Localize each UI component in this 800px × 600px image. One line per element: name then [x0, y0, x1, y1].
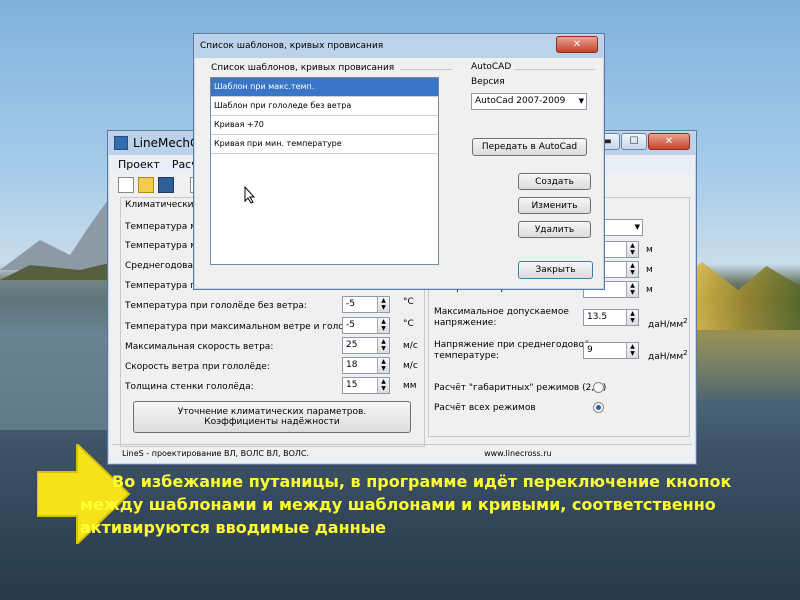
ice-wind-unit: м/с — [403, 361, 418, 371]
max-stress-value: 13.5 — [587, 312, 608, 322]
spinner-arrows-icon[interactable]: ▲ ▼ — [626, 310, 638, 325]
row-label-temp-max: Температура ма — [125, 222, 203, 232]
ice-thickness-field[interactable]: 15 ▲ ▼ — [342, 377, 390, 394]
caption-text: Во избежание путаницы, в программе идёт … — [80, 472, 732, 537]
autocad-group-label: AutoCAD — [471, 62, 512, 72]
send-to-autocad-button[interactable]: Передать в AutoCad — [472, 138, 587, 156]
toolbar — [112, 174, 206, 196]
max-stress-label-1: Максимальное допускаемое — [434, 307, 569, 317]
list-item[interactable]: Шаблон при макс.темп. — [211, 78, 438, 97]
new-document-icon[interactable] — [118, 177, 134, 193]
list-item[interactable]: Кривая при мин. температуре — [211, 135, 438, 154]
avg-stress-label-2: температуре: — [434, 351, 500, 361]
spinner-arrows-icon[interactable]: ▲ ▼ — [626, 343, 638, 358]
spinner-arrows-icon[interactable]: ▲ ▼ — [626, 242, 638, 257]
max-stress-label-2: напряжение: — [434, 318, 497, 328]
max-wind-value: 25 — [346, 340, 358, 350]
main-window-controls: ▬ ☐ ✕ — [594, 133, 690, 150]
row-label-ice-thickness: Толщина стенки гололёда: — [125, 382, 254, 392]
row-label-max-wind: Максимальная скорость ветра: — [125, 342, 274, 352]
wind-ice-temp-value: -5 — [346, 320, 355, 330]
ice-thickness-value: 15 — [346, 380, 358, 390]
max-stress-unit: даН/мм2 — [648, 317, 688, 330]
dropdown-arrow-icon: ▼ — [634, 223, 640, 231]
autocad-group-line — [515, 69, 595, 70]
spinner-arrows-icon[interactable]: ▲ ▼ — [626, 282, 638, 297]
dialog-title: Список шаблонов, кривых провисания — [200, 41, 384, 51]
spinner-arrows-icon[interactable]: ▲ ▼ — [377, 378, 389, 393]
maximize-button[interactable]: ☐ — [621, 133, 647, 150]
ice-temp-value: -5 — [346, 299, 355, 309]
app-icon — [114, 136, 128, 150]
wind-ice-temp-unit: °С — [403, 319, 414, 329]
avg-stress-unit-exp: 2 — [683, 349, 688, 357]
row-label-wind-ice-temp: Температура при максимальном ветре и гол… — [125, 322, 370, 332]
max-stress-field[interactable]: 13.5 ▲ ▼ — [583, 309, 639, 326]
radio-gabarit-label: Расчёт "габаритных" режимов (2, 7) — [434, 383, 607, 393]
dialog-titlebar[interactable]: Список шаблонов, кривых провисания — [194, 34, 604, 58]
create-button[interactable]: Создать — [518, 173, 591, 190]
mouse-pointer-icon — [244, 186, 256, 204]
autocad-version-select[interactable]: AutoCad 2007-2009 ▼ — [471, 93, 587, 110]
close-dialog-button[interactable]: Закрыть — [518, 261, 593, 279]
close-button[interactable]: ✕ — [648, 133, 690, 150]
status-right[interactable]: www.linecross.ru — [484, 449, 552, 458]
list-group-line — [400, 69, 452, 70]
avg-stress-label-1: Напряжение при среднегодовой — [434, 340, 590, 350]
save-disk-icon[interactable] — [158, 177, 174, 193]
row-label-ice-wind: Скорость ветра при гололёде: — [125, 362, 270, 372]
slide-caption: Во избежание путаницы, в программе идёт … — [80, 470, 780, 539]
ice-thickness-unit: мм — [403, 381, 417, 391]
avg-stress-value: 9 — [587, 345, 593, 355]
spinner-arrows-icon[interactable]: ▲ ▼ — [377, 338, 389, 353]
delete-button[interactable]: Удалить — [518, 221, 591, 238]
avg-stress-unit: даН/мм2 — [648, 349, 688, 362]
max-wind-unit: м/с — [403, 341, 418, 351]
status-left: LineS - проектирование ВЛ, ВОЛС ВЛ, ВОЛС… — [122, 449, 310, 458]
edit-button[interactable]: Изменить — [518, 197, 591, 214]
templates-listbox: Шаблон при макс.темп. Шаблон при гололед… — [210, 77, 439, 265]
row-label-ice-temp: Температура при гололёде без ветра: — [125, 301, 307, 311]
row-label-temp-other: Температура пр — [125, 281, 202, 291]
radio-all-label: Расчёт всех режимов — [434, 403, 536, 413]
dropdown-arrow-icon: ▼ — [578, 97, 584, 105]
max-stress-unit-text: даН/мм — [648, 320, 684, 330]
span-unit-2: м — [646, 265, 653, 275]
spinner-arrows-icon[interactable]: ▲ ▼ — [377, 358, 389, 373]
dialog-close-button[interactable]: ✕ — [556, 36, 598, 53]
radio-gabarit[interactable] — [593, 382, 604, 393]
span-unit-1: м — [646, 245, 653, 255]
wind-ice-temp-field[interactable]: -5 ▲ ▼ — [342, 317, 390, 334]
spinner-arrows-icon[interactable]: ▲ ▼ — [377, 318, 389, 333]
radio-all-modes[interactable] — [593, 402, 604, 413]
refine-climate-line2: Коэффициенты надёжности — [204, 417, 340, 427]
menu-project[interactable]: Проект — [112, 158, 166, 171]
climate-heading: Климатические — [125, 200, 200, 210]
list-group-label: Список шаблонов, кривых провисания — [211, 63, 395, 73]
autocad-version-value: AutoCad 2007-2009 — [475, 96, 566, 106]
max-stress-unit-exp: 2 — [683, 317, 688, 325]
row-label-temp-min: Температура ми — [125, 241, 203, 251]
refine-climate-button[interactable]: Уточнение климатических параметров. Коэф… — [133, 401, 411, 433]
avg-stress-field[interactable]: 9 ▲ ▼ — [583, 342, 639, 359]
span-unit-3: м — [646, 285, 653, 295]
ice-wind-value: 18 — [346, 360, 358, 370]
open-folder-icon[interactable] — [138, 177, 154, 193]
version-label: Версия — [471, 77, 505, 87]
list-item[interactable]: Кривая +70 — [211, 116, 438, 135]
spinner-arrows-icon[interactable]: ▲ ▼ — [626, 262, 638, 277]
ice-wind-field[interactable]: 18 ▲ ▼ — [342, 357, 390, 374]
refine-climate-line1: Уточнение климатических параметров. — [177, 407, 367, 417]
ice-temp-unit: °С — [403, 297, 414, 307]
ice-temp-field[interactable]: -5 ▲ ▼ — [342, 296, 390, 313]
spinner-arrows-icon[interactable]: ▲ ▼ — [377, 297, 389, 312]
max-wind-field[interactable]: 25 ▲ ▼ — [342, 337, 390, 354]
avg-stress-unit-text: даН/мм — [648, 352, 684, 362]
list-item[interactable]: Шаблон при гололеде без ветра — [211, 97, 438, 116]
status-bar: LineS - проектирование ВЛ, ВОЛС ВЛ, ВОЛС… — [112, 444, 692, 462]
